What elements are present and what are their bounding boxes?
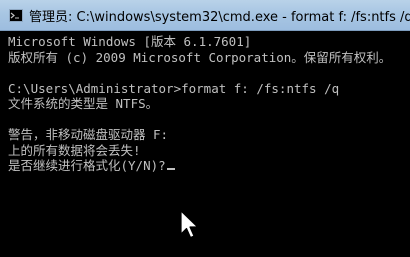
window-title: 管理员: C:\windows\system32\cmd.exe - forma… [29, 9, 410, 25]
console-prompt-text: 是否继续进行格式化(Y/N)? [8, 158, 166, 173]
text-cursor [166, 168, 175, 170]
console-output[interactable]: Microsoft Windows [版本 6.1.7601] 版权所有 (c)… [0, 31, 410, 257]
cmd-icon [9, 8, 23, 22]
console-line: 上的所有数据将会丢失! [8, 142, 141, 158]
title-bar[interactable]: 管理员: C:\windows\system32\cmd.exe - forma… [0, 0, 410, 31]
cmd-window: 管理员: C:\windows\system32\cmd.exe - forma… [0, 0, 410, 257]
console-line: 版权所有 (c) 2009 Microsoft Corporation。保留所有… [8, 49, 392, 65]
console-prompt-line: 是否继续进行格式化(Y/N)? [8, 158, 410, 174]
console-line: Microsoft Windows [版本 6.1.7601] [8, 34, 252, 49]
mouse-pointer-icon [180, 210, 200, 245]
console-line: 文件系统的类型是 NTFS。 [8, 96, 159, 111]
console-line: 警告，非移动磁盘驱动器 F: [8, 127, 169, 142]
console-line: C:\Users\Administrator>format f: /fs:ntf… [8, 80, 340, 96]
